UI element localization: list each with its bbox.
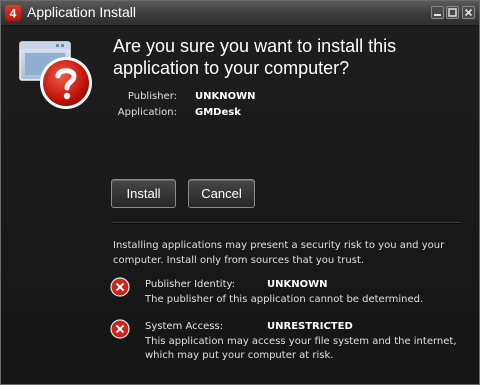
publisher-identity-label: Publisher Identity: bbox=[145, 279, 236, 290]
publisher-identity-value: UNKNOWN bbox=[267, 279, 328, 290]
system-access-value: UNRESTRICTED bbox=[267, 321, 353, 332]
application-value: GMDesk bbox=[195, 107, 241, 118]
maximize-button[interactable] bbox=[446, 6, 459, 19]
install-button[interactable]: Install bbox=[111, 179, 176, 208]
logo-glyph: 4 bbox=[10, 7, 17, 21]
separator-line bbox=[111, 222, 461, 224]
install-dialog-window: 4 Application Install Are you sure you w… bbox=[0, 0, 480, 385]
air-logo-icon: 4 bbox=[5, 5, 21, 21]
install-warning-icon bbox=[19, 41, 92, 109]
application-label: Application: bbox=[117, 107, 177, 118]
maximize-icon bbox=[448, 8, 457, 17]
publisher-value: UNKNOWN bbox=[195, 91, 256, 102]
minimize-icon bbox=[434, 14, 441, 16]
minimize-button[interactable] bbox=[431, 6, 444, 19]
close-button[interactable] bbox=[462, 6, 475, 19]
security-warning-text: Installing applications may present a se… bbox=[113, 240, 445, 266]
close-icon bbox=[464, 8, 473, 17]
cancel-button[interactable]: Cancel bbox=[188, 179, 255, 208]
system-access-description: This application may access your file sy… bbox=[145, 336, 457, 361]
dialog-heading: Are you sure you want to install this ap… bbox=[113, 36, 397, 78]
publisher-label: Publisher: bbox=[127, 91, 177, 102]
title-bar[interactable]: 4 Application Install bbox=[1, 1, 479, 26]
publisher-identity-description: The publisher of this application cannot… bbox=[145, 294, 424, 305]
error-x-icon bbox=[110, 319, 130, 339]
error-x-icon bbox=[110, 277, 130, 297]
system-access-label: System Access: bbox=[145, 321, 224, 332]
window-title: Application Install bbox=[27, 4, 136, 20]
